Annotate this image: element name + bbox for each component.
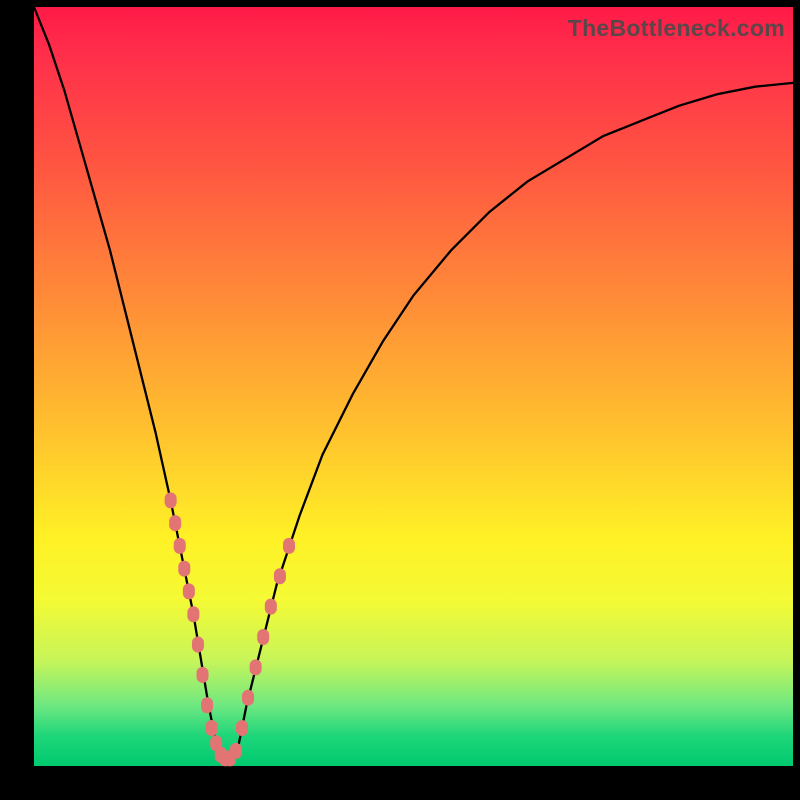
marker-point — [257, 629, 269, 645]
marker-point — [183, 583, 195, 599]
plot-area: TheBottleneck.com — [34, 7, 793, 766]
marker-point — [230, 743, 242, 759]
marker-point — [169, 515, 181, 531]
marker-point — [178, 561, 190, 577]
highlight-markers — [165, 492, 295, 766]
marker-point — [192, 637, 204, 653]
marker-point — [201, 697, 213, 713]
marker-point — [250, 659, 262, 675]
marker-point — [187, 606, 199, 622]
marker-point — [242, 690, 254, 706]
marker-point — [206, 720, 218, 736]
chart-frame: TheBottleneck.com — [0, 0, 800, 800]
marker-point — [174, 538, 186, 554]
curve-line — [34, 7, 793, 758]
marker-point — [274, 568, 286, 584]
marker-point — [197, 667, 209, 683]
marker-point — [165, 492, 177, 508]
marker-point — [265, 599, 277, 615]
marker-point — [283, 538, 295, 554]
bottleneck-curve — [34, 7, 793, 766]
marker-point — [236, 720, 248, 736]
